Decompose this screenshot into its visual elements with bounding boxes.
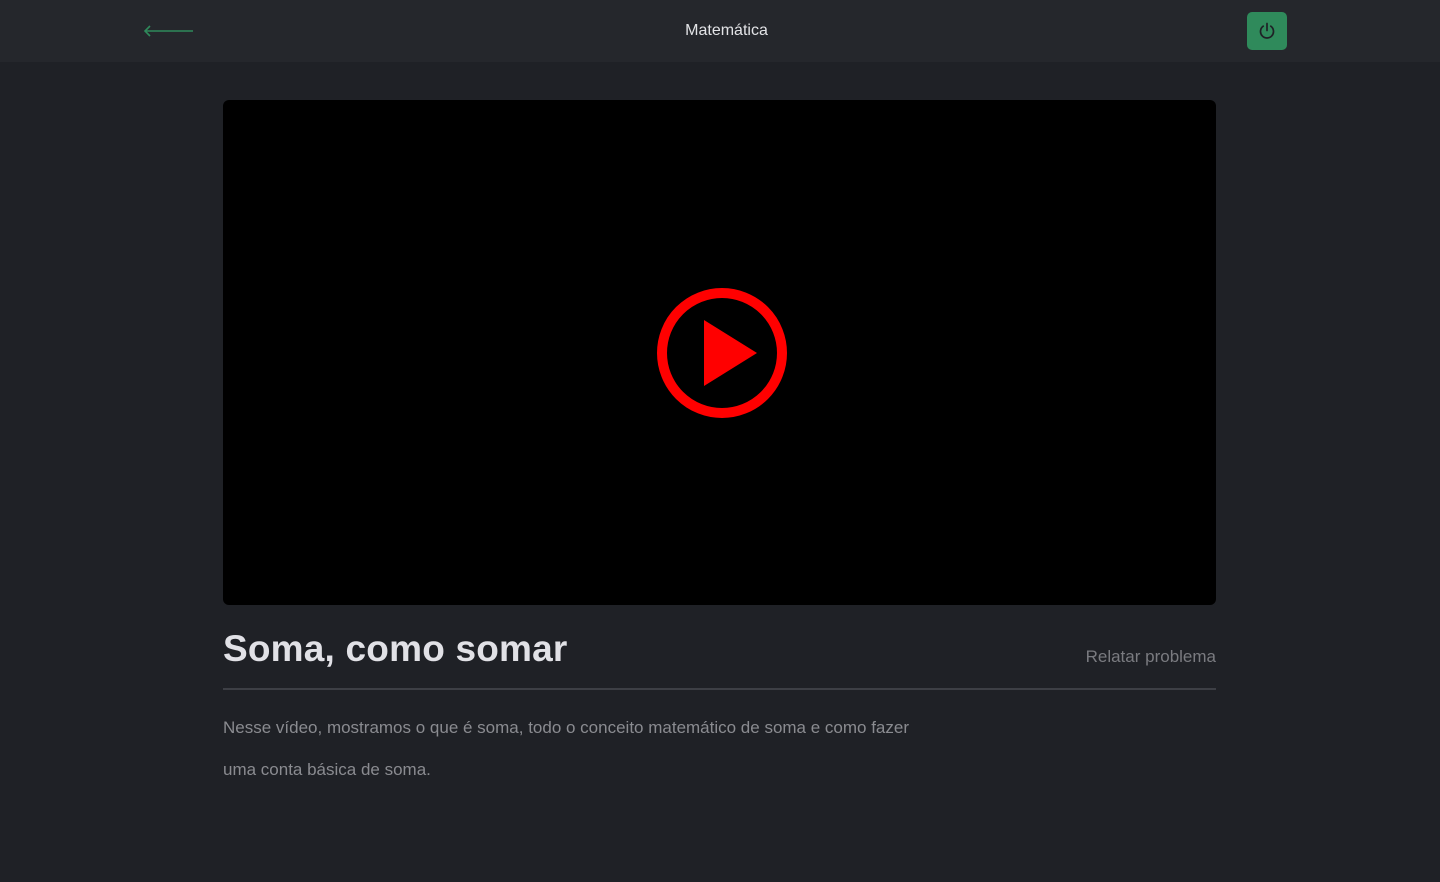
video-player[interactable] — [223, 100, 1216, 605]
play-circle-icon — [657, 288, 787, 418]
power-icon — [1259, 22, 1275, 39]
divider — [223, 688, 1216, 690]
lesson-title: Soma, como somar — [223, 628, 568, 669]
back-button[interactable] — [140, 18, 196, 44]
arrow-left-icon — [143, 25, 193, 37]
report-problem-link[interactable]: Relatar problema — [1086, 647, 1216, 667]
play-button[interactable] — [654, 285, 790, 421]
lesson-description: Nesse vídeo, mostramos o que é soma, tod… — [223, 718, 910, 779]
logout-button[interactable] — [1247, 12, 1287, 50]
top-bar: Matemática — [0, 0, 1440, 62]
page-title: Matemática — [685, 22, 768, 39]
